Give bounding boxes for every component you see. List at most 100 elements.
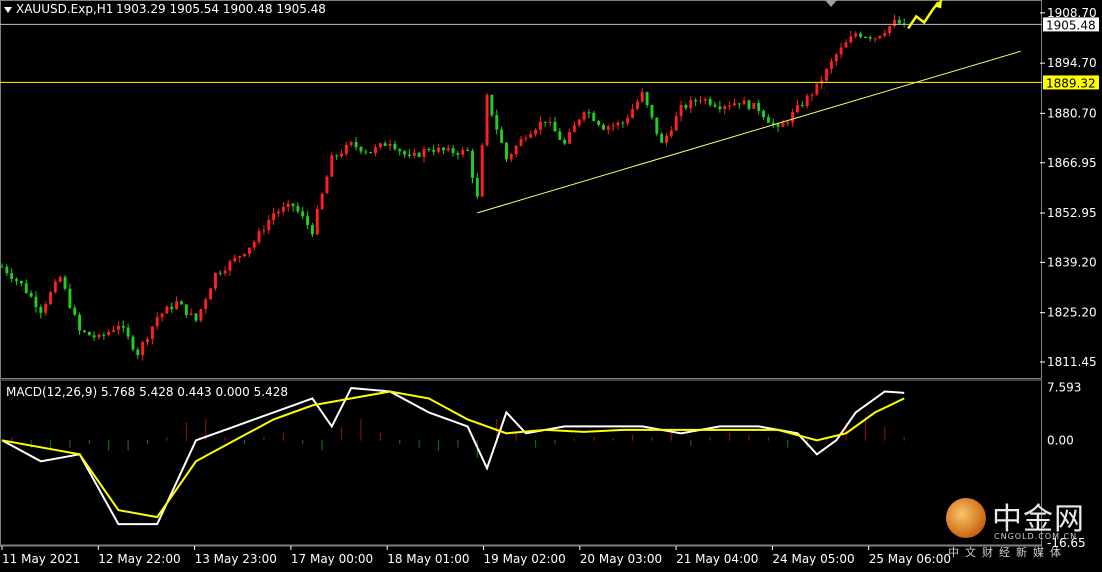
candle-body [451,148,455,154]
time-tick-label: 11 May 2021 [2,552,80,566]
candle-body [247,247,251,254]
candle-body [660,133,664,143]
candle-body [427,149,431,151]
time-tick-label: 13 May 23:00 [195,552,277,566]
candle-body [893,19,896,27]
candle-body [412,152,416,156]
candle-body [791,112,795,123]
macd-label: MACD(12,26,9) 5.768 5.428 0.443 0.000 5.… [6,385,288,399]
candle-body [383,143,387,146]
candle-body [568,132,571,144]
candle-body [504,142,508,160]
candle-body [5,266,9,274]
candle-body [626,117,630,124]
candle-body [121,325,125,328]
candle-body [301,211,305,217]
price-tick-label: 1894.70 [1047,56,1097,70]
candle-body [53,281,57,293]
candle-body [218,272,222,274]
candle-body [422,149,426,157]
candle-body [141,342,145,356]
candle-body [92,335,96,338]
candle-body [73,307,77,315]
candle-body [645,92,649,106]
chart-canvas[interactable]: 1908.701894.701880.701866.951852.951839.… [0,0,1102,568]
candle-body [403,151,407,155]
candle-body [107,331,111,335]
candle-body [39,307,43,313]
candle-body [839,47,843,55]
candle-body [209,288,213,300]
candle-body [616,122,620,126]
candle-body [102,334,106,336]
candle-body [49,292,52,305]
candle-body [446,148,450,151]
candle-body [495,115,499,130]
candle-body [519,138,523,146]
time-tick-label: 24 May 05:00 [772,552,854,566]
candle-body [529,134,533,138]
candle-body [732,103,736,106]
time-tick-label: 12 May 22:00 [98,552,180,566]
candle-body [786,122,790,124]
candle-body [315,208,319,235]
candle-body [330,155,334,177]
candle-body [635,101,639,110]
candle-body [417,152,421,157]
candle-body [10,273,14,280]
candle-body [553,121,557,132]
candle-body [0,266,4,268]
candle-body [766,117,770,123]
candle-body [146,338,149,343]
candle-body [272,213,276,221]
candle-body [243,253,246,257]
candle-body [340,153,343,157]
time-tick-label: 25 May 06:00 [869,552,951,566]
candle-body [694,100,698,102]
candle-body [213,272,217,289]
candle-body [703,99,707,101]
candle-body [204,299,208,309]
candle-body [325,176,329,194]
candle-body [829,61,833,69]
candle-body [810,94,814,96]
candle-body [592,112,596,121]
price-tick-label: 1852.95 [1047,206,1097,220]
candle-body [296,206,300,212]
candle-body [723,106,727,110]
candle-body [194,313,198,321]
candle-body [393,143,397,150]
candle-body [602,124,605,130]
candle-body [888,26,892,33]
candle-body [150,326,154,339]
candle-body [815,83,819,95]
candle-body [737,103,741,105]
candle-body [97,334,101,338]
candle-body [883,32,887,36]
candle-body [859,33,862,37]
time-tick-label: 19 May 02:00 [484,552,566,566]
candle-body [180,301,183,305]
price-tick-label: 1880.70 [1047,106,1097,120]
candle-body [572,125,576,133]
candle-body [718,106,722,110]
candle-body [606,126,610,130]
candle-body [728,105,732,107]
candle-body [238,256,242,258]
candle-body [170,306,174,309]
candle-body [24,283,28,294]
candle-body [587,112,591,114]
scroll-marker-icon[interactable] [825,0,837,7]
price-tick-label: 1825.20 [1047,306,1097,320]
collapse-triangle-icon[interactable] [4,7,12,13]
candle-body [509,154,513,160]
candle-body [834,54,838,62]
macd-line [1,386,905,526]
candle-body [669,130,673,136]
candle-body [267,220,271,231]
candle-body [475,177,479,197]
candle-body [228,261,232,271]
candle-body [577,119,581,126]
candle-body [432,149,436,152]
candle-body [466,149,470,151]
